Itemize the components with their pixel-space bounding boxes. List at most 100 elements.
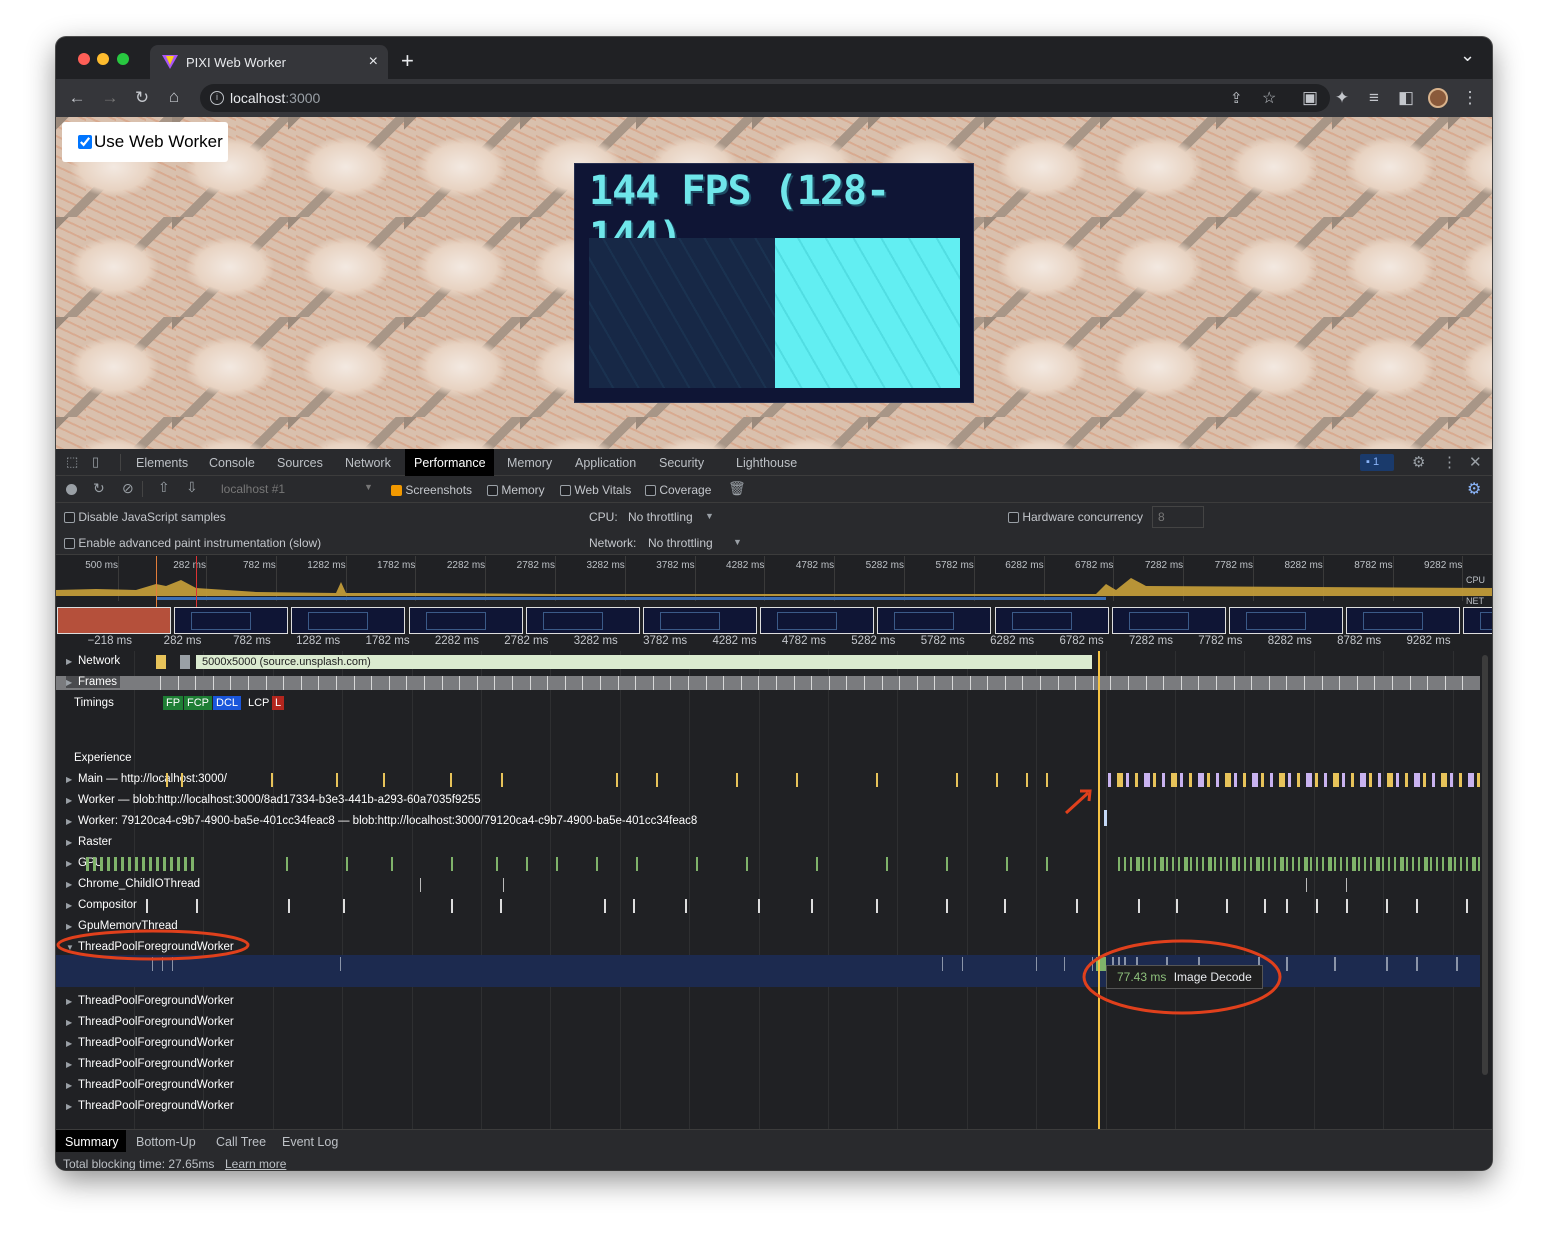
tab-network[interactable]: Network (345, 456, 391, 470)
hardware-concurrency-toggle[interactable]: Hardware concurrency (1008, 510, 1143, 524)
devtools-menu-icon[interactable]: ⋮ (1442, 453, 1457, 471)
devtools-settings-icon[interactable]: ⚙ (1412, 453, 1425, 471)
minimize-window-icon[interactable] (97, 53, 109, 65)
overview-tick-label: 282 ms (173, 560, 206, 571)
address-bar[interactable]: i localhost:3000 ⇪ ☆ (200, 84, 1330, 112)
tab-console[interactable]: Console (209, 456, 255, 470)
record-icon[interactable] (66, 484, 77, 495)
screenshot-thumbnail[interactable] (174, 607, 289, 634)
overview-tick-label: 1282 ms (307, 560, 346, 571)
screenshot-thumbnail[interactable] (877, 607, 992, 634)
overview-tick-label: 3282 ms (586, 560, 625, 571)
browser-window: PIXI Web Worker × + ⌄ ← → ↻ ⌂ i localhos… (56, 37, 1492, 1170)
url-text: localhost:3000 (230, 90, 321, 106)
cpu-label: CPU: (589, 510, 618, 524)
tab-search-chevron-icon[interactable]: ⌄ (1460, 45, 1475, 66)
web-worker-toggle[interactable]: Use Web Worker (62, 122, 228, 162)
reload-icon[interactable]: ↻ (131, 88, 153, 108)
advanced-paint-toggle[interactable]: Enable advanced paint instrumentation (s… (64, 536, 321, 550)
device-toolbar-icon[interactable]: ▯ (92, 454, 99, 470)
details-panel: Summary Bottom-Up Call Tree Event Log To… (56, 1129, 1492, 1170)
extensions-icon[interactable]: ✦ (1331, 88, 1353, 108)
cpu-chevron-icon[interactable]: ▼ (705, 511, 714, 521)
close-tab-icon[interactable]: × (369, 53, 378, 71)
home-icon[interactable]: ⌂ (163, 87, 185, 107)
screenshot-thumbnail[interactable] (1111, 607, 1226, 634)
fps-panel: 144 FPS (128-144) (574, 163, 974, 403)
tab-lighthouse[interactable]: Lighthouse (736, 456, 797, 470)
side-panel-icon[interactable]: ◧ (1395, 88, 1417, 108)
screenshot-thumbnail[interactable] (408, 607, 523, 634)
overview-tick-label: 5282 ms (865, 560, 904, 571)
cpu-throttle-select[interactable]: No throttling (628, 510, 693, 524)
back-icon[interactable]: ← (66, 88, 88, 108)
screenshot-thumbnail[interactable] (1463, 607, 1492, 634)
trash-icon[interactable]: 🗑 (728, 480, 746, 497)
tab-sources[interactable]: Sources (277, 456, 323, 470)
screenshot-thumbnail[interactable] (57, 607, 171, 634)
texture-preview-cyan (775, 238, 960, 388)
overview-tick-label: 6282 ms (1005, 560, 1044, 571)
profile-select[interactable]: localhost #1 (221, 482, 285, 496)
reload-profile-icon[interactable]: ↻ (93, 480, 105, 497)
screenshot-thumbnail[interactable] (994, 607, 1109, 634)
download-profile-icon[interactable]: ⇩ (186, 479, 198, 496)
disable-js-samples-toggle[interactable]: Disable JavaScript samples (64, 510, 226, 524)
site-info-icon[interactable]: i (210, 91, 224, 105)
screenshot-thumbnail[interactable] (1229, 607, 1343, 634)
tab-summary[interactable]: Summary (65, 1135, 118, 1149)
profile-select-chevron-icon[interactable]: ▼ (364, 482, 373, 492)
devtools-tabbar: ⬚ ▯ Elements Console Sources Network Per… (56, 449, 1492, 476)
media-queue-icon[interactable]: ≡ (1363, 88, 1385, 108)
tab-event-log[interactable]: Event Log (282, 1135, 338, 1149)
issues-badge[interactable]: ▪ 1 (1360, 454, 1394, 471)
cpu-lane-label: CPU (1466, 575, 1486, 585)
tab-bottom-up[interactable]: Bottom-Up (136, 1135, 196, 1149)
annotation-circle (1082, 939, 1282, 1015)
browser-tab[interactable]: PIXI Web Worker × (150, 45, 388, 79)
clear-icon[interactable]: ⊘ (122, 480, 134, 497)
inspect-element-icon[interactable]: ⬚ (66, 454, 78, 470)
screenshot-thumbnail[interactable] (291, 607, 406, 634)
tab-application[interactable]: Application (575, 456, 636, 470)
screenshot-thumbnail[interactable] (760, 607, 875, 634)
memory-toggle[interactable]: Memory (487, 483, 545, 497)
page-canvas: Use Web Worker 144 FPS (128-144) (56, 117, 1492, 449)
share-icon[interactable]: ⇪ (1230, 89, 1243, 107)
close-devtools-icon[interactable]: ✕ (1469, 453, 1482, 471)
hardware-concurrency-input[interactable]: 8 (1152, 506, 1204, 528)
web-worker-checkbox[interactable] (78, 135, 92, 149)
capture-settings: Disable JavaScript samples Enable advanc… (56, 503, 1492, 555)
tab-performance[interactable]: Performance (414, 456, 486, 470)
picture-in-picture-icon[interactable]: ▣ (1299, 88, 1321, 108)
screenshot-thumbnail[interactable] (525, 607, 640, 634)
maximize-window-icon[interactable] (117, 53, 129, 65)
upload-profile-icon[interactable]: ⇧ (158, 479, 170, 496)
learn-more-link[interactable]: Learn more (225, 1157, 286, 1170)
chrome-menu-icon[interactable]: ⋮ (1459, 88, 1481, 108)
flame-chart[interactable]: −218 ms 282 ms 782 ms 1282 ms 1782 ms 2282 ms… (56, 635, 1492, 1129)
overview-tick-label: 4782 ms (795, 560, 835, 571)
annotation-overlay (56, 789, 1282, 1015)
tab-security[interactable]: Security (659, 456, 704, 470)
tab-memory[interactable]: Memory (507, 456, 552, 470)
bookmark-star-icon[interactable]: ☆ (1262, 88, 1276, 108)
network-chevron-icon[interactable]: ▼ (733, 537, 742, 547)
new-tab-button[interactable]: + (401, 48, 414, 74)
screenshot-thumbnail[interactable] (1346, 607, 1461, 634)
capture-settings-icon[interactable]: ⚙ (1467, 479, 1481, 499)
network-throttle-select[interactable]: No throttling (648, 536, 713, 550)
profile-avatar[interactable] (1428, 88, 1448, 108)
tab-elements[interactable]: Elements (136, 456, 188, 470)
timeline-overview[interactable]: 500 ms 282 ms 782 ms 1282 ms 1782 ms 2282 ms 2… (56, 556, 1492, 634)
coverage-toggle[interactable]: Coverage (645, 483, 711, 497)
web-vitals-toggle[interactable]: Web Vitals (560, 483, 631, 497)
screenshots-toggle[interactable]: Screenshots (391, 483, 472, 497)
overview-tick-label: 7782 ms (1214, 560, 1253, 571)
screenshot-thumbnail[interactable] (643, 607, 757, 634)
performance-controls: ↻ ⊘ ⇧ ⇩ localhost #1 ▼ Screenshots Memor… (56, 476, 1492, 503)
tab-call-tree[interactable]: Call Tree (216, 1135, 266, 1149)
close-window-icon[interactable] (78, 53, 90, 65)
forward-icon[interactable]: → (99, 88, 121, 108)
vertical-scrollbar[interactable] (1482, 655, 1488, 1075)
